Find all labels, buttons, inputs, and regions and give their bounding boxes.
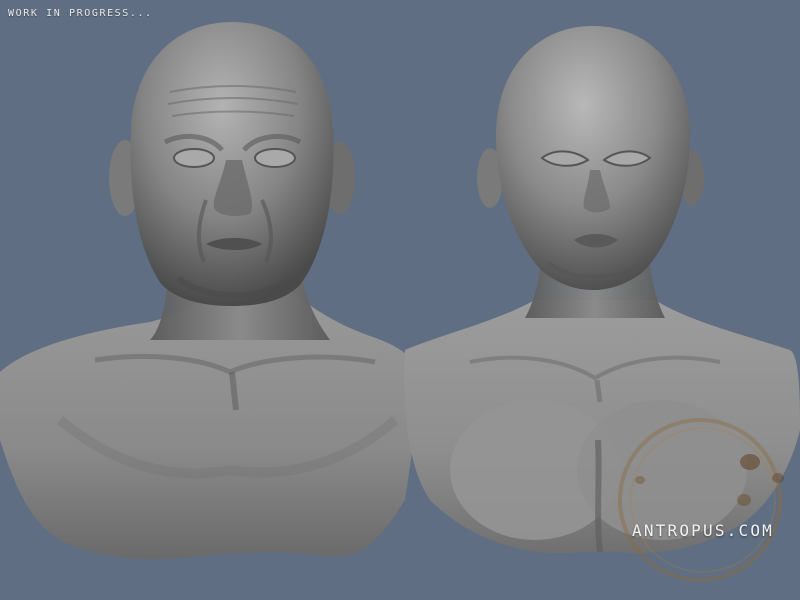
render-viewport: WORK IN PROGRESS... ANTROPUS.COM xyxy=(0,0,800,600)
male-bust xyxy=(0,22,420,559)
male-right-eye xyxy=(254,148,296,168)
female-bust xyxy=(404,26,800,553)
work-in-progress-label: WORK IN PROGRESS... xyxy=(8,8,153,19)
watermark-label: ANTROPUS.COM xyxy=(632,521,774,540)
male-left-eye xyxy=(173,148,215,168)
female-head xyxy=(496,26,690,290)
female-cleavage xyxy=(595,439,603,553)
sculpt-render xyxy=(0,22,800,582)
